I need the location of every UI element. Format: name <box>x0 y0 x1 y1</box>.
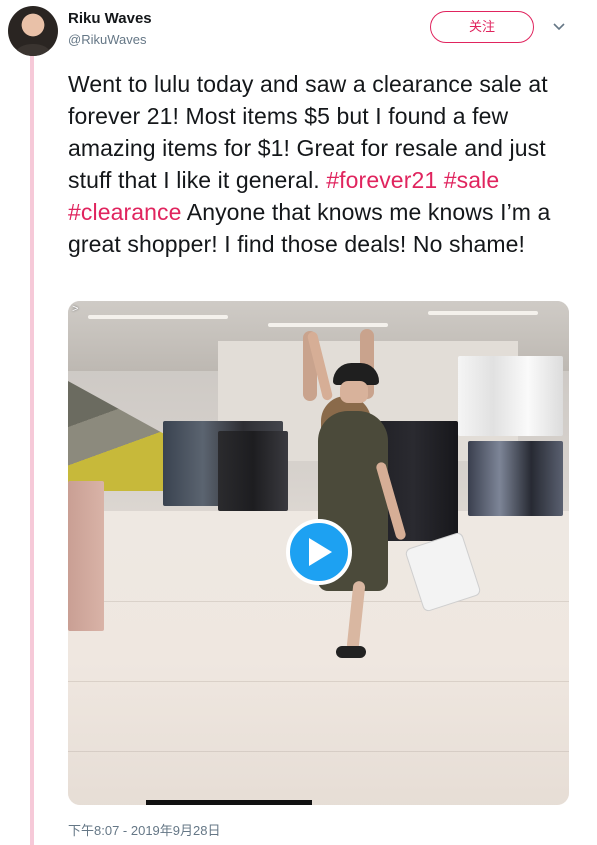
follow-button[interactable]: 关注 <box>430 11 534 43</box>
video-person-shoe <box>336 646 366 658</box>
author-name[interactable]: Riku Waves <box>68 10 152 27</box>
video-ceiling-light <box>428 311 538 315</box>
video-floor-line <box>68 751 569 752</box>
video-progress-bar[interactable] <box>146 800 312 805</box>
video-clothing-rack <box>68 481 104 631</box>
hashtag-link[interactable]: #clearance <box>68 199 182 225</box>
hashtag-link[interactable]: #sale <box>444 167 499 193</box>
thread-line <box>30 55 34 845</box>
video-clothing-rack <box>218 431 288 511</box>
chevron-down-icon[interactable] <box>552 20 566 34</box>
video-floor-line <box>68 681 569 682</box>
video-person-face <box>340 381 368 403</box>
video-clothing-rack <box>468 441 563 516</box>
video-ceiling-light <box>268 323 388 327</box>
video-corner-mark: > <box>72 303 79 315</box>
video-ceiling-light <box>88 315 228 319</box>
tweet-text: Went to lulu today and saw a clearance s… <box>68 68 583 260</box>
play-icon <box>309 538 332 566</box>
tweet-timestamp[interactable]: 下午8:07 - 2019年9月28日 <box>68 820 220 839</box>
video-player[interactable]: > <box>68 301 569 805</box>
hashtag-link[interactable]: #forever21 <box>326 167 437 193</box>
author-handle[interactable]: @RikuWaves <box>68 32 146 47</box>
play-button[interactable] <box>286 519 352 585</box>
video-floor-line <box>68 601 569 602</box>
avatar[interactable] <box>8 6 58 56</box>
avatar-shoulders <box>16 44 50 56</box>
video-clothing-rack <box>458 356 563 436</box>
